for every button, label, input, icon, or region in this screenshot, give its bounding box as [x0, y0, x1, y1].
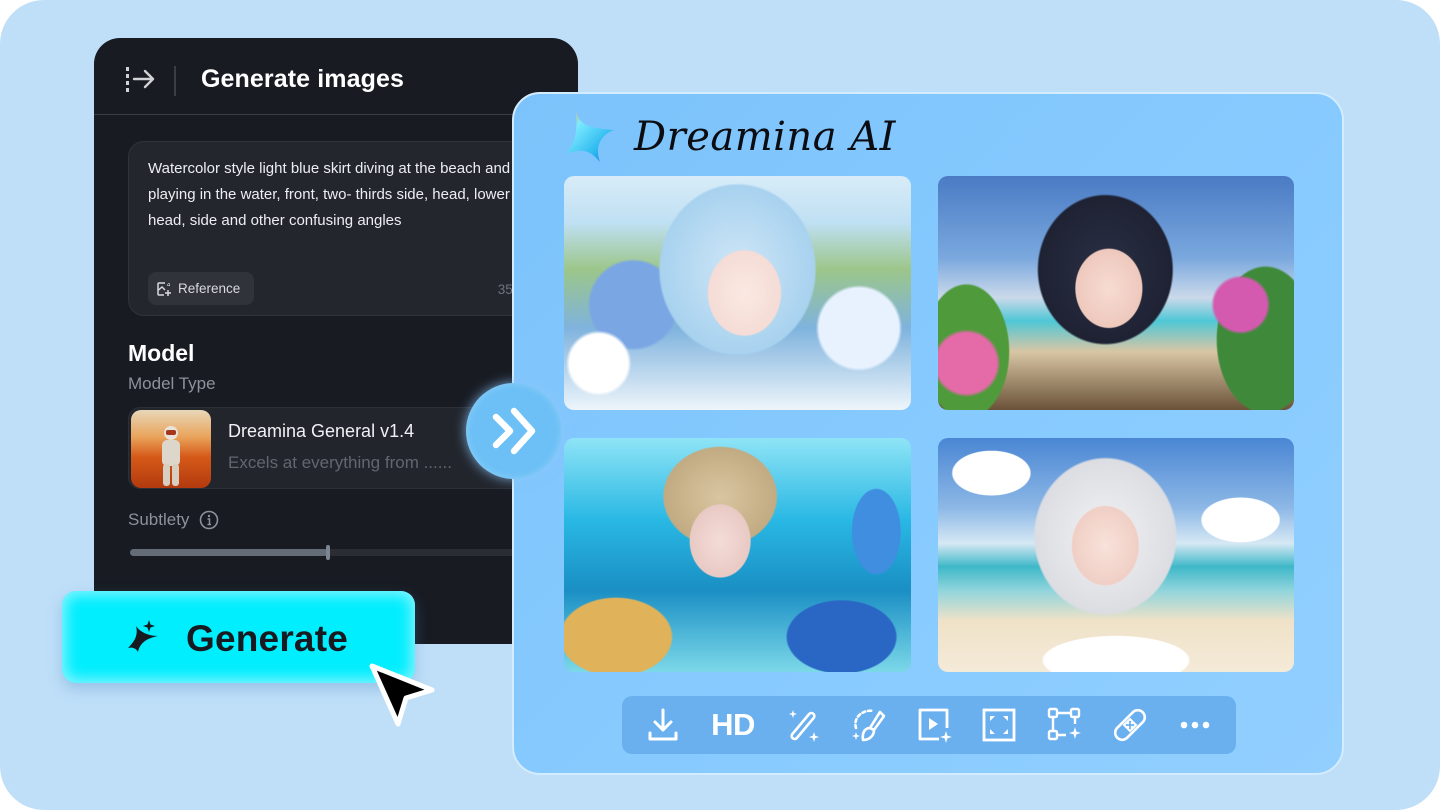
generated-image-1[interactable]: [564, 176, 911, 410]
hero-canvas: Generate images Watercolor style light b…: [0, 0, 1440, 810]
image-reference-icon: [157, 281, 171, 296]
astronaut-thumbnail-image: [162, 426, 180, 486]
image-toolbar: HD: [622, 696, 1236, 754]
reference-button[interactable]: Reference: [148, 272, 255, 305]
repair-button[interactable]: [1107, 702, 1153, 748]
expand-button[interactable]: [976, 702, 1022, 748]
generate-images-panel: Generate images Watercolor style light b…: [94, 38, 578, 644]
brand-name: Dreamina AI: [634, 114, 896, 160]
model-section-title: Model: [128, 340, 195, 366]
play-sparkle-icon: [918, 708, 952, 743]
prompt-text[interactable]: Watercolor style light blue skirt diving…: [148, 156, 518, 234]
panel-title: Generate images: [201, 65, 404, 93]
subtlety-slider-thumb[interactable]: [325, 545, 330, 560]
model-name: Dreamina General v1.4: [228, 421, 415, 441]
subtlety-slider[interactable]: [130, 545, 578, 560]
generated-image-2[interactable]: [938, 176, 1294, 410]
header-divider: [174, 66, 176, 96]
inpaint-button[interactable]: [846, 702, 892, 748]
generated-image-4[interactable]: [938, 438, 1294, 672]
reference-label: Reference: [178, 281, 241, 296]
bandage-icon: [1113, 708, 1147, 742]
generated-image-3[interactable]: [564, 438, 911, 672]
double-chevron-right-icon: [492, 407, 536, 455]
model-thumbnail: [131, 410, 211, 488]
magic-wand-icon: [789, 710, 820, 742]
resize-sparkle-icon: [1047, 707, 1081, 741]
generate-button[interactable]: Generate: [62, 591, 415, 683]
hd-upscale-button[interactable]: HD: [705, 702, 761, 748]
brand: Dreamina AI: [564, 110, 896, 164]
generate-label: Generate: [186, 618, 349, 659]
panel-header: Generate images: [94, 38, 578, 115]
dreamina-logo-icon: [566, 112, 614, 162]
resize-button[interactable]: [1042, 702, 1088, 748]
brush-lasso-icon: [851, 709, 885, 742]
download-button[interactable]: [640, 702, 686, 748]
download-icon: [648, 708, 678, 741]
forward-arrow-button[interactable]: [466, 383, 562, 479]
info-icon[interactable]: [199, 510, 219, 530]
expand-frame-icon: [982, 708, 1016, 742]
prompt-input[interactable]: Watercolor style light blue skirt diving…: [128, 141, 578, 316]
subtlety-label-row: Subtlety: [128, 510, 219, 530]
subtlety-label: Subtlety: [128, 510, 190, 529]
model-description: Excels at everything from ......: [228, 453, 452, 472]
subtlety-slider-fill: [130, 549, 328, 556]
magic-edit-button[interactable]: [780, 702, 826, 748]
more-options-button[interactable]: [1172, 702, 1218, 748]
model-type-label: Model Type: [128, 374, 216, 393]
collapse-sidebar-icon[interactable]: [124, 66, 158, 92]
more-icon: [1180, 721, 1210, 729]
mouse-cursor-icon: [369, 663, 435, 727]
image-to-video-button[interactable]: [911, 702, 957, 748]
sparkle-star-icon: [128, 620, 158, 652]
results-panel: Dreamina AI HD: [512, 92, 1344, 775]
